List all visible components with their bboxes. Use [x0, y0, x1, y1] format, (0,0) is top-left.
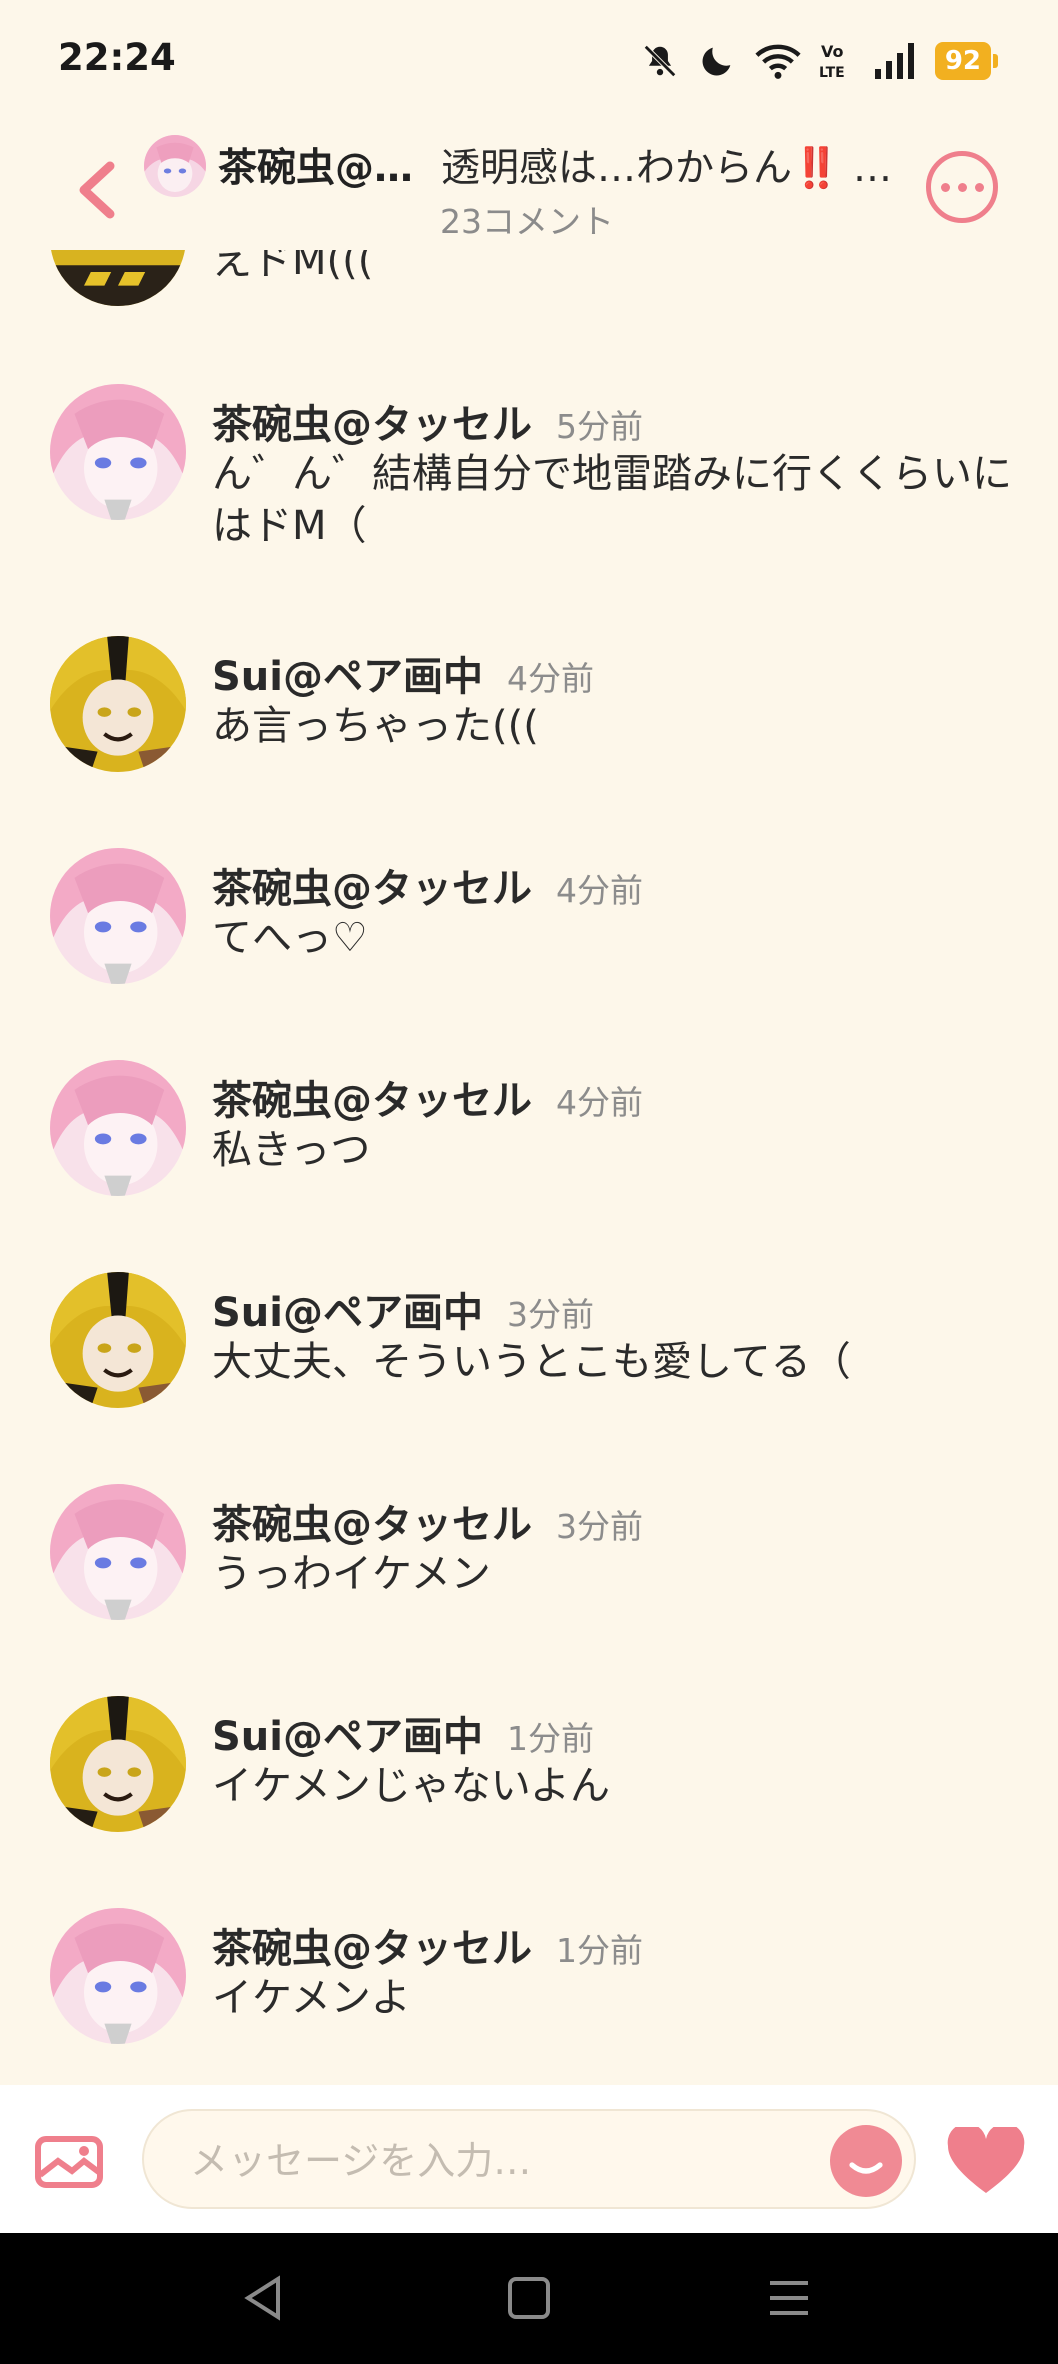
- back-icon[interactable]: [72, 160, 122, 220]
- avatar[interactable]: [50, 1484, 186, 1620]
- user-name[interactable]: Sui@ペア画中: [212, 1714, 483, 1760]
- partial-message: えドM(((: [0, 250, 1058, 310]
- header-title: 茶碗虫@… 透明感は…わからん‼️ …: [218, 137, 888, 193]
- message-input-field[interactable]: [142, 2109, 916, 2209]
- mute-icon: [643, 45, 676, 77]
- emoji-icon[interactable]: [830, 2125, 902, 2197]
- avatar[interactable]: [50, 250, 186, 306]
- avatar[interactable]: [50, 1060, 186, 1196]
- user-name[interactable]: 茶碗虫@タッセル: [212, 402, 532, 448]
- image-icon[interactable]: [34, 2131, 104, 2191]
- timestamp: 1分前: [507, 1719, 594, 1758]
- heart-icon[interactable]: [946, 2127, 1026, 2197]
- message-input[interactable]: [188, 2133, 752, 2189]
- user-name[interactable]: 茶碗虫@タッセル: [212, 866, 532, 912]
- message-text: えドM(((: [212, 250, 374, 284]
- battery-level: 92: [934, 42, 991, 80]
- wifi-icon: [755, 44, 801, 79]
- nav-menu-icon[interactable]: [764, 2273, 814, 2323]
- timestamp: 3分前: [507, 1295, 594, 1334]
- avatar[interactable]: [50, 848, 186, 984]
- comment-count: 23コメント: [440, 202, 614, 241]
- chat-header: 茶碗虫@… 透明感は…わからん‼️ … 23コメント: [0, 125, 1058, 250]
- nav-back-icon[interactable]: [240, 2273, 290, 2323]
- nav-home-icon[interactable]: [504, 2273, 554, 2323]
- header-user-name: 茶碗虫@…: [218, 146, 414, 191]
- avatar[interactable]: [50, 1696, 186, 1832]
- battery-icon: 92: [934, 42, 998, 80]
- system-nav-bar: [0, 2233, 1058, 2364]
- message-text: ん゛ん゛結構自分で地雷踏みに行くくらいにはドM（: [212, 451, 1012, 549]
- svg-text:Vo: Vo: [821, 42, 844, 61]
- message-text: あ言っちゃった(((: [212, 703, 539, 749]
- message-text: うっわイケメン: [212, 1551, 491, 1597]
- avatar[interactable]: [50, 1908, 186, 2044]
- message-text: 大丈夫、そういうとこも愛してる（: [212, 1339, 851, 1385]
- svg-text:LTE: LTE: [819, 65, 845, 81]
- timestamp: 4分前: [556, 871, 643, 910]
- signal-icon: [874, 43, 914, 79]
- timestamp: 1分前: [556, 1931, 643, 1970]
- timestamp: 3分前: [556, 1507, 643, 1546]
- status-time: 22:24: [58, 36, 176, 79]
- user-name[interactable]: Sui@ペア画中: [212, 1290, 483, 1336]
- avatar[interactable]: [50, 1272, 186, 1408]
- message-list[interactable]: えドM((( 茶碗虫@タッセル 5分前 ん゛ん゛結構自分で地雷踏みに行くくらいには…: [0, 250, 1058, 2085]
- message-text: イケメンよ: [212, 1975, 411, 2021]
- timestamp: 5分前: [556, 407, 643, 446]
- status-icons: Vo LTE 92: [641, 36, 998, 86]
- more-icon[interactable]: [926, 151, 998, 223]
- message-text: イケメンじゃないよん: [212, 1763, 610, 1809]
- moon-icon: [702, 47, 731, 76]
- avatar[interactable]: [50, 636, 186, 772]
- volte-icon: Vo LTE: [819, 42, 845, 81]
- message-input-bar: [0, 2085, 1058, 2233]
- header-topic: 透明感は…わからん‼️ …: [441, 146, 888, 191]
- user-name[interactable]: Sui@ペア画中: [212, 654, 483, 700]
- status-bar: 22:24 Vo LTE 92: [0, 0, 1058, 120]
- message-text: 私きっつ: [212, 1127, 371, 1173]
- user-name[interactable]: 茶碗虫@タッセル: [212, 1926, 532, 1972]
- timestamp: 4分前: [556, 1083, 643, 1122]
- header-avatar[interactable]: [144, 135, 206, 197]
- user-name[interactable]: 茶碗虫@タッセル: [212, 1502, 532, 1548]
- avatar[interactable]: [50, 384, 186, 520]
- message-text: てへっ♡: [212, 915, 368, 961]
- user-name[interactable]: 茶碗虫@タッセル: [212, 1078, 532, 1124]
- timestamp: 4分前: [507, 659, 594, 698]
